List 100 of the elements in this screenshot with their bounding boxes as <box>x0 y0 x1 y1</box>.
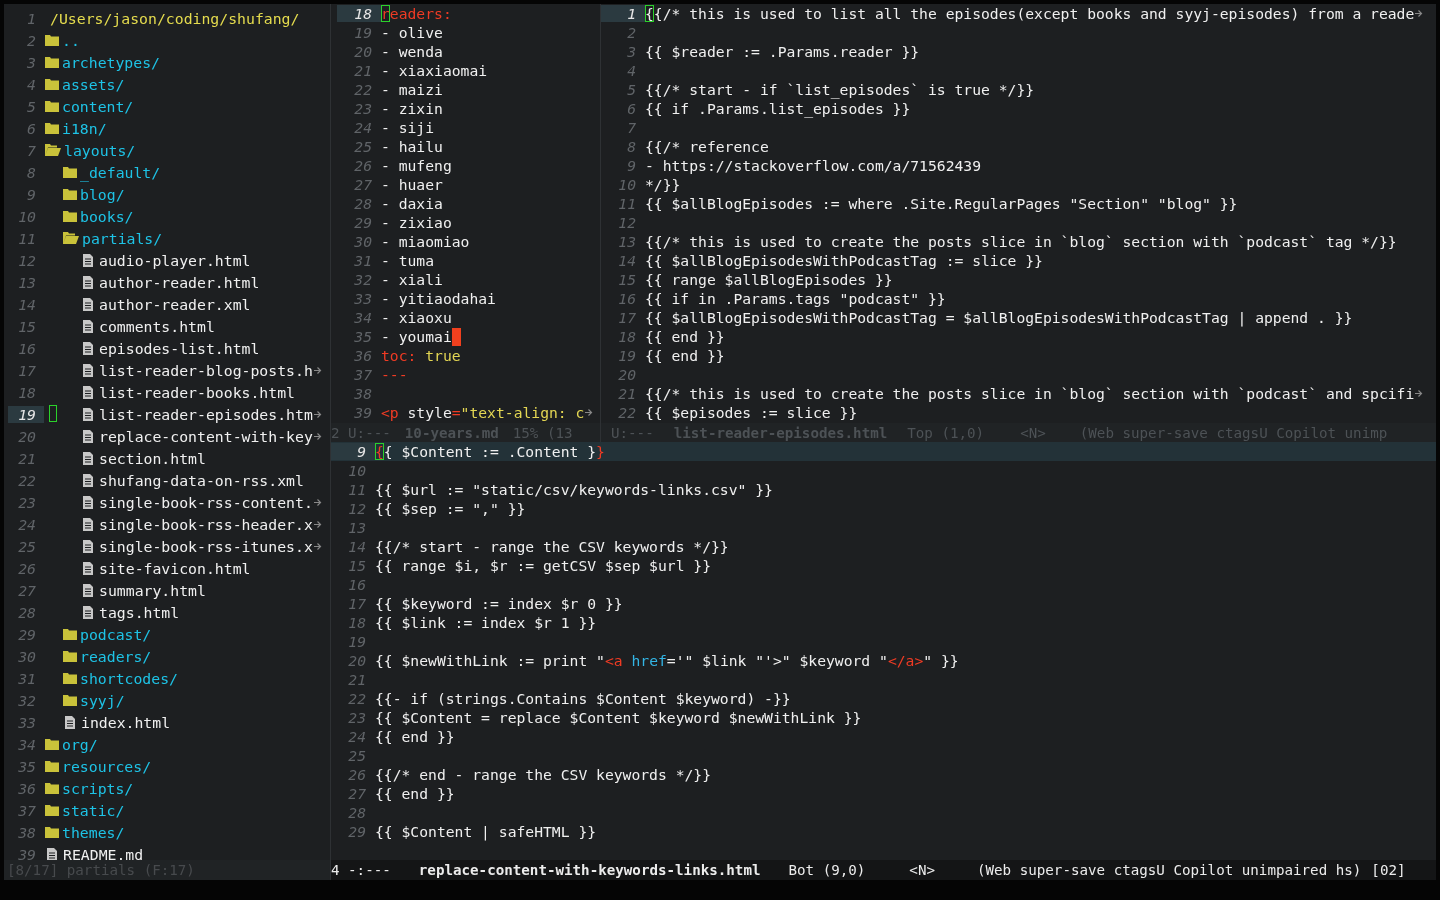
file-name[interactable]: section.html <box>99 449 206 467</box>
line-number: 7 <box>26 141 37 159</box>
line-number: 20 <box>353 43 373 60</box>
code-line: {{ range $allBlogEpisodes }} <box>645 271 893 288</box>
line-number: 12 <box>617 214 637 231</box>
line-number: 28 <box>353 195 373 212</box>
folder-name[interactable]: readers/ <box>80 647 152 665</box>
code-line: - miaomiao <box>381 233 470 250</box>
file-name[interactable]: comments.html <box>99 317 215 335</box>
line-number: 30 <box>17 647 37 665</box>
file-name[interactable]: shufang-data-on-rss.xml <box>99 471 304 489</box>
line-number: 26 <box>353 157 373 174</box>
line-number: 35 <box>17 757 37 775</box>
line-number: 26 <box>347 766 367 783</box>
line-number: 23 <box>353 100 373 117</box>
file-name[interactable]: single-book-rss-header.x <box>99 515 313 533</box>
code-line: {{ $allBlogEpisodesWithPodcastTag := slice }} <box>645 252 1043 269</box>
folder-name[interactable]: shortcodes/ <box>80 669 178 687</box>
line-number: 14 <box>347 538 367 555</box>
line-number: 25 <box>353 138 373 155</box>
folder-name[interactable]: podcast/ <box>80 625 152 643</box>
folder-name[interactable]: assets/ <box>62 75 125 93</box>
line-number: 18 <box>617 328 637 345</box>
line-number: 19 <box>353 24 373 41</box>
line-number: 9 <box>626 157 637 174</box>
line-number: 20 <box>17 427 37 445</box>
line-number: 11 <box>347 481 367 498</box>
code-line: {{ $Content | safeHTML }} <box>375 823 597 840</box>
line-number: 11 <box>17 229 37 247</box>
folder-name[interactable]: .. <box>62 31 80 49</box>
file-name[interactable]: list-reader-books.html <box>99 383 295 401</box>
folder-name[interactable]: archetypes/ <box>62 53 160 71</box>
folder-name[interactable]: layouts/ <box>64 141 136 159</box>
folder-name[interactable]: resources/ <box>62 757 152 775</box>
line-number: 22 <box>353 81 373 98</box>
folder-name[interactable]: _default/ <box>80 163 161 181</box>
file-name[interactable]: site-favicon.html <box>99 559 251 577</box>
folder-icon <box>63 628 77 640</box>
folder-name[interactable]: syyj/ <box>80 691 125 709</box>
file-name[interactable]: author-reader.html <box>99 273 260 291</box>
code-line: {{/* start - range the CSV keywords */}} <box>375 538 729 555</box>
line-number: 8 <box>26 163 37 181</box>
line-number: 32 <box>17 691 37 709</box>
line-number: 30 <box>353 233 373 250</box>
folder-name[interactable]: themes/ <box>62 823 125 841</box>
folder-name[interactable]: partials/ <box>82 229 163 247</box>
folder-name[interactable]: books/ <box>80 207 134 225</box>
code-line: {{ end }} <box>375 728 455 745</box>
line-number: 10 <box>617 176 637 193</box>
file-name[interactable]: README.md <box>63 845 144 860</box>
line-number: 16 <box>347 576 367 593</box>
file-name[interactable]: replace-content-with-key <box>99 427 313 445</box>
line-number: 34 <box>353 309 373 326</box>
code-line: {{ range $i, $r := getCSV $sep $url }} <box>375 557 712 574</box>
code-line: {{ if .Params.list_episodes }} <box>645 100 911 117</box>
code-line: {{- if (strings.Contains $Content $keyword) -}} <box>375 690 791 707</box>
line-number: 17 <box>347 595 367 612</box>
file-name[interactable]: episodes-list.html <box>99 339 260 357</box>
file-icon <box>83 297 93 311</box>
line-number: 25 <box>347 747 367 764</box>
folder-name[interactable]: content/ <box>62 97 134 115</box>
line-number: 6 <box>26 119 37 137</box>
line-number: 12 <box>17 251 37 269</box>
code-line: - xiali <box>381 271 443 288</box>
folder-name[interactable]: org/ <box>62 735 98 753</box>
folder-name[interactable]: static/ <box>62 801 125 819</box>
line-number: 6 <box>626 100 637 117</box>
folder-name[interactable]: scripts/ <box>62 779 134 797</box>
line-number: 1 <box>601 5 645 22</box>
file-name[interactable]: summary.html <box>99 581 206 599</box>
folder-name[interactable]: i18n/ <box>62 119 107 137</box>
file-name[interactable]: author-reader.xml <box>99 295 251 313</box>
code-line: {{ $allBlogEpisodes := where .Site.RegularPages "Section" "blog" }} <box>645 195 1238 212</box>
code-line: {{ $Content = replace $Content $keyword $newWithLink }} <box>375 709 862 726</box>
line-number: 19 <box>8 405 44 423</box>
line-number: 22 <box>617 404 637 421</box>
code-line: - tuma <box>381 252 435 269</box>
line-number: 23 <box>347 709 367 726</box>
line-number: 18 <box>17 383 37 401</box>
file-name[interactable]: single-book-rss-itunes.x <box>99 537 313 555</box>
line-number: 26 <box>17 559 37 577</box>
line-number: 39 <box>353 404 373 421</box>
line-number: 27 <box>17 581 37 599</box>
line-number: 21 <box>347 671 367 688</box>
folder-icon <box>45 78 59 90</box>
file-icon <box>83 341 93 355</box>
code-line: - hailu <box>381 138 443 155</box>
line-number: 1 <box>26 9 37 27</box>
line-number: 14 <box>17 295 37 313</box>
code-line: {{ $url := "static/csv/keywords-links.csv" }} <box>375 481 773 498</box>
line-number: 9 <box>26 185 37 203</box>
file-name[interactable]: tags.html <box>99 603 180 621</box>
file-name[interactable]: single-book-rss-content. <box>99 493 313 511</box>
file-name[interactable]: audio-player.html <box>99 251 251 269</box>
code-line: <p style="text-align: c <box>381 404 585 421</box>
file-name[interactable]: index.html <box>81 713 171 731</box>
code-line: {{ end }} <box>645 328 725 345</box>
file-name[interactable]: list-reader-episodes.htm <box>99 405 313 423</box>
folder-name[interactable]: blog/ <box>80 185 125 203</box>
file-name[interactable]: list-reader-blog-posts.h <box>99 361 313 379</box>
